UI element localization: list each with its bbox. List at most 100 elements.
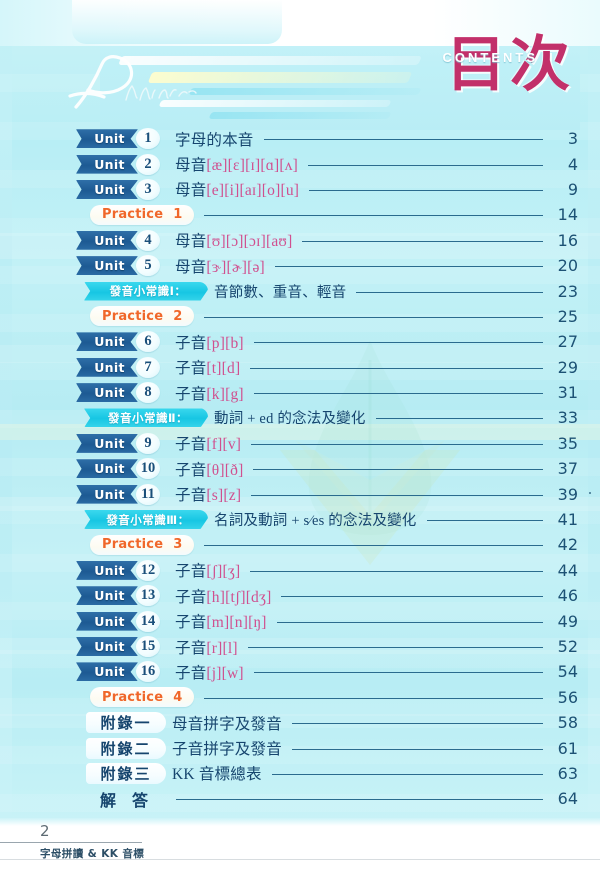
toc-page-number: 33 <box>557 408 578 428</box>
toc-row[interactable]: 發音小常識Ⅰ： 音節數、重音、輕音 23 <box>0 278 600 303</box>
toc-row[interactable]: Practice 4 56 <box>0 685 600 710</box>
toc-page-number: 56 <box>557 687 578 707</box>
unit-number: 7 <box>134 356 162 378</box>
unit-number-value: 4 <box>144 231 152 248</box>
toc-page-number: 44 <box>557 560 578 580</box>
unit-number-value: 12 <box>140 561 156 578</box>
toc-page-number: 41 <box>557 510 578 530</box>
toc-entry-text: 子音[θ][ð] <box>175 461 244 479</box>
unit-number-value: 9 <box>144 434 152 451</box>
toc-row[interactable]: Unit 6 子音[p][b] 27 <box>0 329 600 354</box>
toc-row[interactable]: Unit 13 子音[h][tʃ][dʒ] 46 <box>0 583 600 608</box>
toc-entry-text: 動詞 + ed 的念法及變化 <box>214 411 366 428</box>
toc-entry-text: 音節數、重音、輕音 <box>214 284 347 301</box>
unit-badge: Unit <box>76 154 138 174</box>
toc-row[interactable]: Practice 1 14 <box>0 202 600 227</box>
unit-number: 14 <box>134 610 162 632</box>
unit-number: 5 <box>134 255 162 277</box>
toc-row[interactable]: Unit 2 母音[æ][ɛ][ɪ][ɑ][ʌ] 4 <box>0 151 600 176</box>
toc-row[interactable]: Unit 10 子音[θ][ð] 37 <box>0 456 600 481</box>
unit-badge: Unit <box>76 357 138 377</box>
toc-page-number: 31 <box>557 383 578 403</box>
unit-badge: Unit <box>76 433 138 453</box>
toc-entry-text: 子音[r][l] <box>175 639 238 657</box>
toc-entry-text: 子音[ʃ][ʒ] <box>175 563 241 581</box>
toc-row[interactable]: Practice 2 25 <box>0 304 600 329</box>
leader-line <box>204 215 543 217</box>
toc-row[interactable]: Unit 12 子音[ʃ][ʒ] 44 <box>0 558 600 583</box>
toc-row[interactable]: Practice 3 42 <box>0 532 600 557</box>
unit-badge-label: Unit <box>94 334 125 350</box>
footer-book-title: 字母拼讀 & KK 音標 <box>40 848 145 860</box>
toc-page-number: 52 <box>557 637 578 656</box>
unit-number-value: 8 <box>144 384 152 401</box>
practice-badge-number: 1 <box>173 207 183 223</box>
unit-number: 3 <box>134 178 162 200</box>
unit-number-value: 3 <box>144 180 152 197</box>
toc-row[interactable]: Unit 16 子音[j][w] 54 <box>0 659 600 684</box>
toc-row[interactable]: 發音小常識Ⅱ： 動詞 + ed 的念法及變化 33 <box>0 405 600 430</box>
unit-number: 1 <box>134 128 162 150</box>
unit-number: 6 <box>134 331 162 353</box>
unit-badge: Unit <box>76 586 138 606</box>
toc-row[interactable]: Unit 9 子音[f][v] 35 <box>0 431 600 456</box>
toc-entry-text: 母音[ʊ][ɔ][ɔɪ][aʊ] <box>175 233 293 251</box>
toc-entry-text: 子音[k][g] <box>175 385 244 403</box>
toc-row[interactable]: 發音小常識Ⅲ： 名詞及動詞 + s∕es 的念法及變化 41 <box>0 507 600 532</box>
unit-badge-label: Unit <box>94 613 125 629</box>
leader-line <box>253 469 543 471</box>
toc-entry-text: 子音[p][b] <box>175 334 244 352</box>
toc-row[interactable]: 解 答 64 <box>0 786 600 811</box>
toc-entry-text: 母音[æ][ɛ][ɪ][ɑ][ʌ] <box>175 157 299 175</box>
unit-badge: Unit <box>76 332 138 352</box>
toc-entry-text: 字母的本音 <box>175 131 254 149</box>
unit-number-value: 15 <box>140 638 156 654</box>
toc-row[interactable]: Unit 7 子音[t][d] 29 <box>0 355 600 380</box>
practice-badge: Practice 2 <box>90 306 195 327</box>
leader-line <box>356 291 543 293</box>
unit-number: 16 <box>134 661 162 683</box>
unit-number: 10 <box>134 458 162 480</box>
appendix-badge: 附錄一 <box>86 712 166 734</box>
toc-row[interactable]: Unit 11 子音[s][z] 39 <box>0 481 600 506</box>
unit-number-value: 11 <box>141 485 155 502</box>
unit-badge: Unit <box>76 129 138 149</box>
tip-badge-label: 發音小常識Ⅰ： <box>109 284 187 299</box>
footer-strip <box>0 818 600 826</box>
toc-row[interactable]: Unit 4 母音[ʊ][ɔ][ɔɪ][aʊ] 16 <box>0 228 600 253</box>
unit-badge-label: Unit <box>94 359 125 375</box>
unit-number-value: 14 <box>140 612 156 629</box>
pronunciation-tip-badge: 發音小常識Ⅱ： <box>84 408 208 428</box>
unit-badge-label: Unit <box>94 461 125 477</box>
toc-row[interactable]: Unit 8 子音[k][g] 31 <box>0 380 600 405</box>
toc-row[interactable]: Unit 14 子音[m][n][ŋ] 49 <box>0 608 600 633</box>
leader-line <box>176 799 543 801</box>
toc-page-number: 9 <box>567 179 578 199</box>
toc-page-number: 61 <box>557 738 578 758</box>
leader-line <box>271 773 543 775</box>
toc-row[interactable]: Unit 1 字母的本音 3 <box>0 126 600 151</box>
toc-row[interactable]: Unit 15 子音[r][l] 52 <box>0 634 600 659</box>
unit-badge-label: Unit <box>94 588 125 604</box>
unit-number-value: 10 <box>140 460 156 477</box>
unit-badge-label: Unit <box>94 639 125 654</box>
toc-row[interactable]: Unit 5 母音[ɝ][ɚ][ə] 20 <box>0 253 600 278</box>
toc-row[interactable]: 附錄三 KK 音標總表 63 <box>0 761 600 786</box>
leader-line <box>375 418 543 420</box>
leader-line <box>251 494 543 496</box>
toc-row[interactable]: 附錄二 子音拼字及發音 61 <box>0 735 600 760</box>
practice-badge-label: Practice <box>102 308 164 324</box>
toc-row[interactable]: Unit 3 母音[e][i][aɪ][o][u] 9 <box>0 177 600 202</box>
unit-number: 12 <box>134 559 162 581</box>
unit-badge: Unit <box>76 611 138 631</box>
practice-badge: Practice 3 <box>90 534 195 555</box>
leader-line <box>204 316 543 318</box>
toc-page-number: 4 <box>567 154 578 174</box>
unit-badge: Unit <box>76 484 138 504</box>
unit-badge: Unit <box>76 560 138 580</box>
unit-number-value: 13 <box>140 587 156 604</box>
toc-row[interactable]: 附錄一 母音拼字及發音 58 <box>0 710 600 735</box>
phonics-logo <box>60 52 210 114</box>
toc-entry-text: 子音拼字及發音 <box>172 741 282 759</box>
unit-number-value: 16 <box>140 663 156 680</box>
